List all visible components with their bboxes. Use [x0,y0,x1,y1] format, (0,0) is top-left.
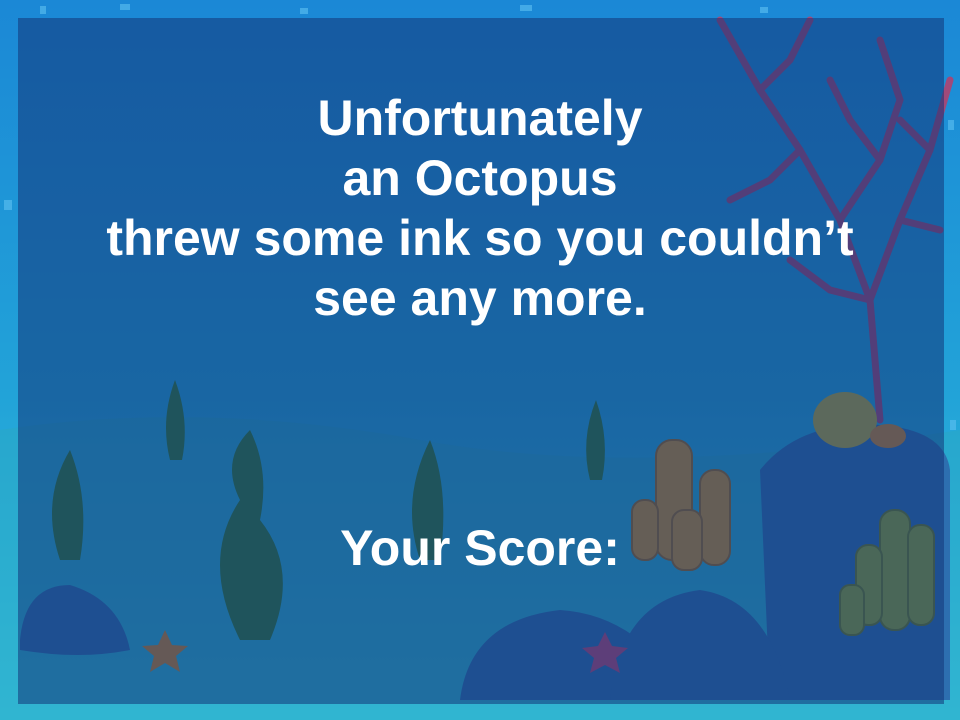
message-line-3: threw some ink so you couldn’t [106,210,854,266]
game-screen: Unfortunately an Octopus threw some ink … [0,0,960,720]
score-label: Your Score: [340,520,620,576]
message-line-1: Unfortunately [317,90,643,146]
game-over-message: Unfortunately an Octopus threw some ink … [0,88,960,328]
message-line-4: see any more. [313,270,647,326]
score-display: Your Score: [0,518,960,578]
message-line-2: an Octopus [342,150,618,206]
